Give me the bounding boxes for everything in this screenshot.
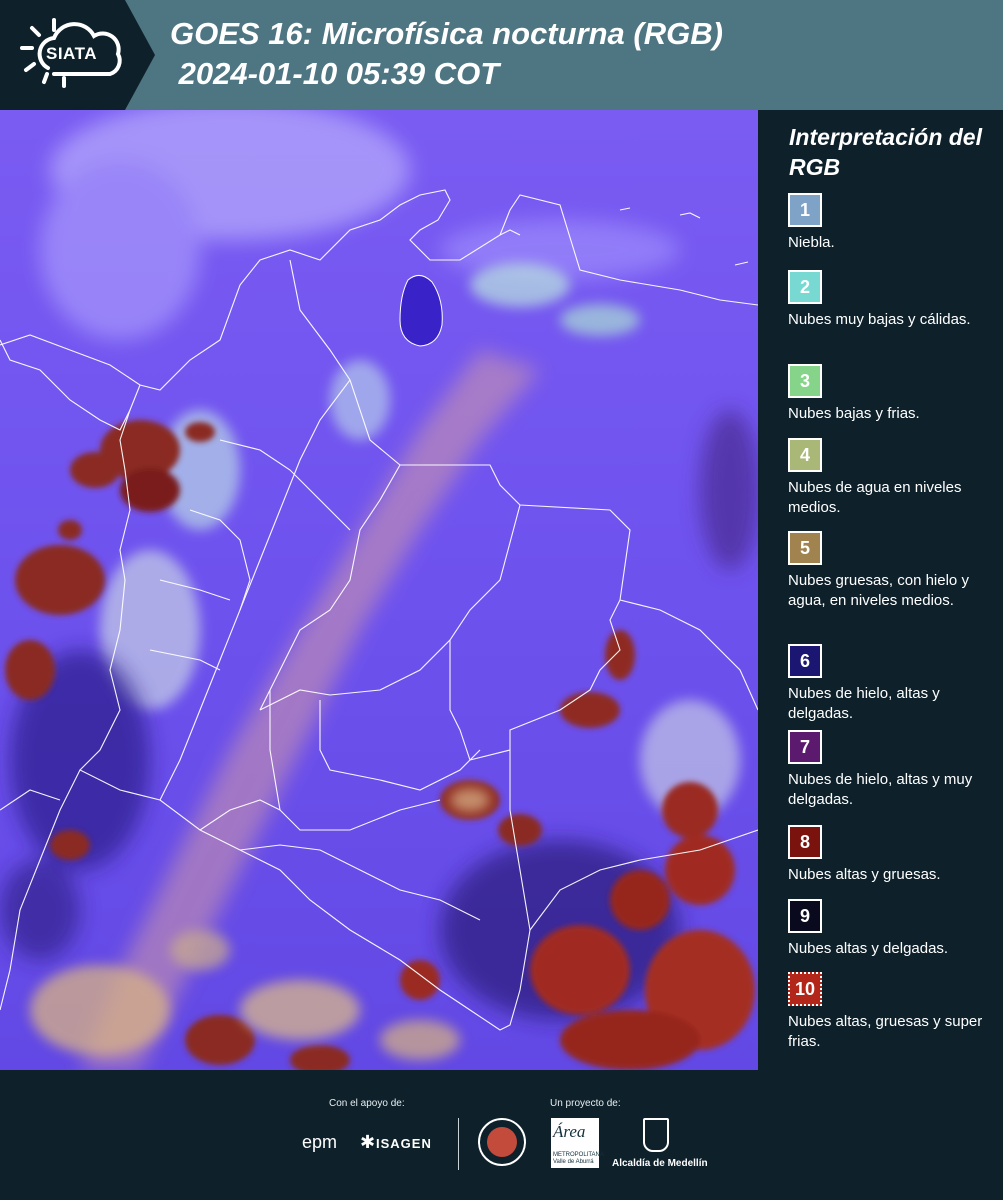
legend-item-6: 6 Nubes de hielo, altas y delgadas. <box>788 644 988 724</box>
legend-swatch: 6 <box>788 644 822 678</box>
legend-swatch: 8 <box>788 825 822 859</box>
legend-swatch: 2 <box>788 270 822 304</box>
legend-title: Interpretación del RGB <box>789 124 982 180</box>
legend-panel: Interpretación del RGB 1 Niebla. 2 Nubes… <box>776 110 1003 1070</box>
legend-label: Nubes gruesas, con hielo y agua, en nive… <box>788 572 969 609</box>
isagen-icon: ✱ <box>360 1132 376 1152</box>
legend-label: Nubes muy bajas y cálidas. <box>788 311 971 328</box>
epm-logo: epm <box>302 1132 338 1152</box>
legend-item-8: 8 Nubes altas y gruesas. <box>788 825 988 885</box>
legend-label: Nubes bajas y frias. <box>788 405 920 422</box>
legend-swatch: 7 <box>788 730 822 764</box>
title-line-2: 2024-01-10 05:39 COT <box>170 56 500 91</box>
area-metropolitana-logo: Área METROPOLITANA Valle de Aburrá <box>551 1118 604 1168</box>
legend-swatch: 10 <box>788 972 822 1006</box>
legend-item-3: 3 Nubes bajas y frias. <box>788 364 988 424</box>
legend-label: Nubes altas y gruesas. <box>788 866 941 883</box>
footer-divider <box>458 1118 459 1170</box>
project-caption: Un proyecto de: <box>550 1098 621 1109</box>
legend-swatch: 3 <box>788 364 822 398</box>
alcaldia-text: Alcaldía de Medellín <box>612 1158 708 1169</box>
seal-emblem-icon <box>487 1127 517 1157</box>
legend-item-2: 2 Nubes muy bajas y cálidas. <box>788 270 988 330</box>
legend-swatch: 5 <box>788 531 822 565</box>
legend-swatch: 1 <box>788 193 822 227</box>
page-title: GOES 16: Microfísica nocturna (RGB) 2024… <box>170 14 723 94</box>
logo-text: SIATA <box>46 44 97 63</box>
legend-label: Nubes altas, gruesas y super frias. <box>788 1013 983 1050</box>
legend-swatch: 9 <box>788 899 822 933</box>
legend-item-7: 7 Nubes de hielo, altas y muy delgadas. <box>788 730 988 810</box>
footer: Con el apoyo de: Un proyecto de: epm ✱ I… <box>0 1070 1003 1200</box>
legend-label: Nubes de hielo, altas y delgadas. <box>788 685 940 722</box>
university-seal-icon <box>478 1118 526 1166</box>
legend-item-9: 9 Nubes altas y delgadas. <box>788 899 988 959</box>
satellite-map <box>0 110 758 1070</box>
medellin-shield-icon <box>643 1118 669 1152</box>
legend-label: Niebla. <box>788 234 835 251</box>
isagen-logo: ISAGEN <box>376 1136 432 1151</box>
legend-swatch: 4 <box>788 438 822 472</box>
header-bar: SIATA GOES 16: Microfísica nocturna (RGB… <box>0 0 1003 110</box>
area-logo-text: Área <box>553 1122 586 1141</box>
legend-item-5: 5 Nubes gruesas, con hielo y agua, en ni… <box>788 531 988 611</box>
title-line-1: GOES 16: Microfísica nocturna (RGB) <box>170 16 723 51</box>
legend-item-4: 4 Nubes de agua en niveles medios. <box>788 438 988 518</box>
legend-label: Nubes de agua en niveles medios. <box>788 479 962 516</box>
legend-item-10: 10 Nubes altas, gruesas y super frias. <box>788 972 988 1052</box>
legend-label: Nubes altas y delgadas. <box>788 940 949 957</box>
legend-label: Nubes de hielo, altas y muy delgadas. <box>788 771 973 808</box>
area-logo-subtitle: METROPOLITANA Valle de Aburrá <box>553 1152 604 1165</box>
legend-item-1: 1 Niebla. <box>788 193 988 253</box>
support-caption: Con el apoyo de: <box>329 1098 405 1109</box>
